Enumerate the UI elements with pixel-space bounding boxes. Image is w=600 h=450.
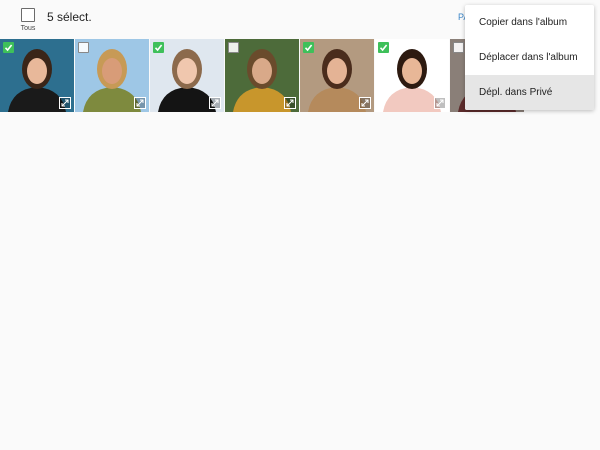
expand-icon[interactable]: [59, 97, 71, 109]
expand-arrows-icon: [136, 99, 144, 107]
expand-arrows-icon: [436, 99, 444, 107]
expand-icon[interactable]: [434, 97, 446, 109]
photo-checkbox[interactable]: [228, 42, 239, 53]
menu-item-move-to-album[interactable]: Déplacer dans l'album: [465, 40, 594, 75]
expand-icon[interactable]: [284, 97, 296, 109]
expand-icon[interactable]: [359, 97, 371, 109]
photo-thumbnail[interactable]: [150, 39, 224, 112]
expand-icon[interactable]: [134, 97, 146, 109]
photo-thumbnail[interactable]: [300, 39, 374, 112]
expand-arrows-icon: [211, 99, 219, 107]
menu-item-copy-to-album[interactable]: Copier dans l'album: [465, 5, 594, 40]
menu-item-move-to-private[interactable]: Dépl. dans Privé: [465, 75, 594, 110]
photo-thumbnail[interactable]: [225, 39, 299, 112]
selection-count: 5 sélect.: [47, 10, 92, 24]
photo-thumbnail[interactable]: [75, 39, 149, 112]
select-all-label: Tous: [20, 25, 36, 32]
photo-thumbnail[interactable]: [0, 39, 74, 112]
checkmark-icon: [379, 44, 388, 52]
expand-icon[interactable]: [209, 97, 221, 109]
checkmark-icon: [154, 44, 163, 52]
expand-arrows-icon: [286, 99, 294, 107]
expand-arrows-icon: [361, 99, 369, 107]
photo-checkbox[interactable]: [453, 42, 464, 53]
photo-thumbnail[interactable]: [375, 39, 449, 112]
context-menu: Copier dans l'album Déplacer dans l'albu…: [465, 5, 594, 110]
select-all-checkbox[interactable]: Tous: [14, 6, 42, 36]
expand-arrows-icon: [61, 99, 69, 107]
photo-checkbox[interactable]: [378, 42, 389, 53]
checkmark-icon: [4, 44, 13, 52]
photo-checkbox[interactable]: [153, 42, 164, 53]
photo-checkbox[interactable]: [78, 42, 89, 53]
checkmark-icon: [304, 44, 313, 52]
checkbox-box[interactable]: [21, 8, 35, 22]
photo-checkbox[interactable]: [3, 42, 14, 53]
photo-checkbox[interactable]: [303, 42, 314, 53]
